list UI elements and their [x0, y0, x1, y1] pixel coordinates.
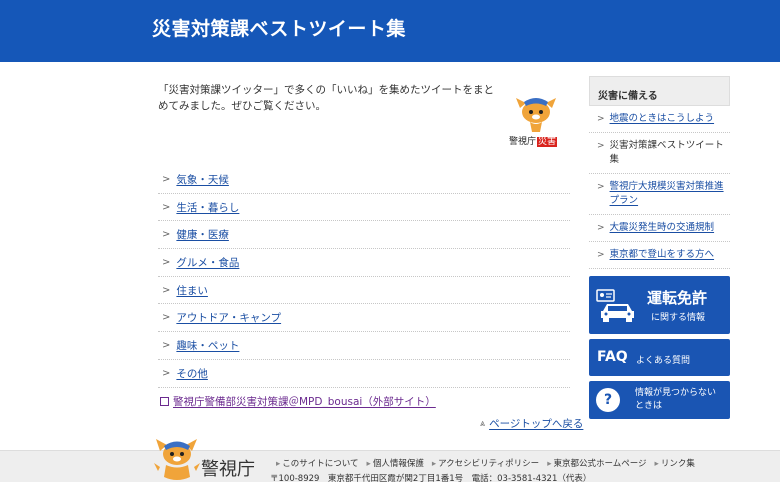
sidebar: 災害に備える > 地震のときはこうしよう > 災害対策課ベストツイート集 > 警視庁大…: [589, 76, 730, 269]
footer-org-name: 警視庁: [201, 459, 255, 480]
category-link[interactable]: グルメ・食品: [176, 255, 239, 270]
drivers-license-subtitle: に関する情報: [651, 313, 706, 323]
intro-text: 「災害対策課ツイッター」で多くの「いいね」を集めたツイートをまとめてみました。ぜ…: [158, 84, 494, 112]
info-line-2: ときは: [635, 401, 663, 411]
category-item-outdoor[interactable]: > アウトドア・キャンプ: [158, 304, 570, 333]
faq-title: FAQ: [597, 349, 628, 365]
category-item-weather[interactable]: > 気象・天候: [158, 166, 570, 194]
category-link[interactable]: 趣味・ペット: [176, 338, 239, 353]
footer-address: 〒100-8929 東京都千代田区霞が関2丁目1番1号 電話：03-3581-4…: [270, 474, 592, 482]
category-link[interactable]: 気象・天候: [176, 172, 229, 187]
footer-link-links[interactable]: リンク集: [655, 457, 695, 469]
mascot-label-org: 警視庁: [509, 137, 537, 147]
chevron-right-icon: >: [162, 229, 171, 241]
info-not-found-text: 情報が見つからない ときは: [635, 387, 716, 413]
chevron-right-icon: >: [162, 201, 171, 213]
chevron-right-icon: >: [162, 256, 171, 268]
footer-link-tokyo-metro[interactable]: 東京都公式ホームページ: [547, 457, 646, 469]
category-item-life[interactable]: > 生活・暮らし: [158, 194, 570, 222]
chevron-right-icon: >: [597, 114, 605, 124]
category-link[interactable]: アウトドア・キャンプ: [176, 310, 281, 325]
mascot-label: 警視庁 災害: [509, 134, 558, 147]
info-line-1: 情報が見つからない: [635, 388, 717, 398]
chevron-right-icon: >: [162, 339, 171, 351]
chevron-right-icon: >: [162, 173, 171, 185]
footer-links: このサイトについて 個人情報保護 アクセシビリティポリシー 東京都公式ホームペー…: [276, 457, 695, 469]
chevron-right-icon: >: [597, 223, 605, 233]
category-item-health[interactable]: > 健康・医療: [158, 221, 570, 250]
sidebar-item-label[interactable]: 警視庁大規模災害対策推進プラン: [610, 180, 726, 208]
mascot-label-badge: 災害: [537, 137, 558, 147]
category-list: > 気象・天候 > 生活・暮らし > 健康・医療 > グルメ・食品 > 住まい > アウトド…: [158, 166, 570, 388]
faq-subtitle: よくある質問: [636, 356, 691, 366]
chevron-right-icon: >: [162, 284, 171, 296]
sidebar-heading: 災害に備える: [589, 76, 730, 106]
sidebar-nav: > 地震のときはこうしよう > 災害対策課ベストツイート集 > 警視庁大規模災害対策推…: [589, 106, 730, 269]
sidebar-item-label[interactable]: 東京都で登山をする方へ: [610, 248, 715, 262]
mascot-pipo-logo: [154, 439, 200, 480]
category-item-housing[interactable]: > 住まい: [158, 277, 570, 305]
page-top-link[interactable]: ⩓ ページトップへ戻る: [480, 416, 583, 431]
site-header: 災害対策課ベストツイート集: [0, 0, 780, 62]
external-twitter-link[interactable]: 警視庁警備部災害対策課＠MPD_bousai（外部サイト）: [160, 394, 436, 409]
category-item-gourmet[interactable]: > グルメ・食品: [158, 249, 570, 277]
info-not-found-banner[interactable]: ? 情報が見つからない ときは: [589, 381, 730, 419]
sidebar-item-traffic-control[interactable]: > 大震災発生時の交通規制: [589, 215, 730, 242]
category-link[interactable]: 住まい: [176, 283, 208, 298]
chevron-right-icon: >: [597, 182, 605, 192]
page-top-label[interactable]: ページトップへ戻る: [489, 416, 583, 431]
drivers-license-title: 運転免許: [647, 289, 708, 307]
category-link[interactable]: その他: [176, 366, 208, 381]
sidebar-item-label: 災害対策課ベストツイート集: [609, 140, 724, 165]
page-title: 災害対策課ベストツイート集: [152, 18, 406, 40]
external-link-icon: [160, 397, 169, 406]
sidebar-item-label[interactable]: 大震災発生時の交通規制: [610, 221, 715, 235]
footer-link-accessibility[interactable]: アクセシビリティポリシー: [432, 457, 539, 469]
sidebar-item-best-tweets: > 災害対策課ベストツイート集: [589, 133, 730, 174]
triangle-up-icon: ⩓: [480, 418, 486, 429]
category-item-hobby[interactable]: > 趣味・ペット: [158, 332, 570, 360]
drivers-license-banner[interactable]: 運転免許 に関する情報: [589, 276, 730, 334]
footer-link-privacy[interactable]: 個人情報保護: [367, 457, 424, 469]
chevron-right-icon: >: [162, 312, 171, 324]
sidebar-item-earthquake[interactable]: > 地震のときはこうしよう: [589, 106, 730, 133]
sidebar-item-label[interactable]: 地震のときはこうしよう: [610, 112, 715, 126]
question-icon: ?: [596, 388, 620, 412]
category-link[interactable]: 健康・医療: [176, 227, 229, 242]
category-item-other[interactable]: > その他: [158, 360, 570, 388]
sidebar-item-disaster-plan[interactable]: > 警視庁大規模災害対策推進プラン: [589, 174, 730, 215]
chevron-right-icon: >: [597, 250, 605, 260]
sidebar-item-mountain-climbing[interactable]: > 東京都で登山をする方へ: [589, 242, 730, 269]
footer-link-about[interactable]: このサイトについて: [276, 457, 358, 469]
chevron-right-icon: >: [162, 367, 171, 379]
faq-banner[interactable]: FAQ よくある質問: [589, 339, 730, 376]
car-license-icon: [596, 289, 634, 322]
chevron-right-icon: >: [597, 141, 605, 151]
category-link[interactable]: 生活・暮らし: [176, 200, 239, 215]
external-link-label[interactable]: 警視庁警備部災害対策課＠MPD_bousai（外部サイト）: [173, 394, 436, 409]
